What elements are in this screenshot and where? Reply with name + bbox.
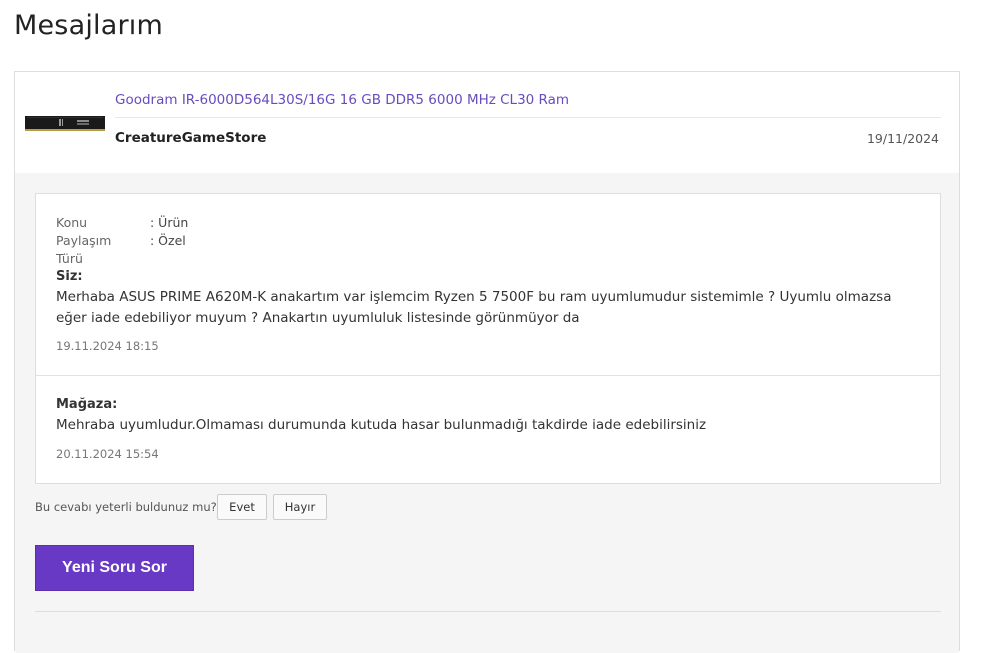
store-name[interactable]: CreatureGameStore [115, 130, 266, 146]
feedback-yes-button[interactable]: Evet [217, 494, 267, 520]
ram-module-image[interactable] [25, 113, 105, 133]
message-timestamp-store: 20.11.2024 15:54 [56, 447, 159, 461]
feedback-question: Bu cevabı yeterli buldunuz mu? [35, 500, 217, 514]
bottom-divider [35, 611, 941, 612]
product-name-link[interactable]: Goodram IR-6000D564L30S/16G 16 GB DDR5 6… [115, 92, 569, 108]
meta-value: : Ürün [150, 215, 189, 230]
feedback-no-button[interactable]: Hayır [273, 494, 327, 520]
message-text-customer: Merhaba ASUS PRIME A620M-K anakartım var… [56, 289, 892, 326]
meta-value: : Özel [150, 233, 186, 248]
message-timestamp-customer: 19.11.2024 18:15 [56, 339, 159, 353]
header-divider [115, 117, 941, 118]
message-card: Goodram IR-6000D564L30S/16G 16 GB DDR5 6… [14, 71, 960, 653]
meta-row-paylasim: Paylaşım : Özel [56, 232, 186, 250]
meta-key: Konu [56, 215, 88, 230]
new-question-button[interactable]: Yeni Soru Sor [35, 545, 194, 591]
page-title: Mesajlarım [14, 10, 163, 41]
message-text-store: Mehraba uyumludur.Olmaması durumunda kut… [56, 417, 707, 433]
message-divider [36, 375, 940, 376]
meta-row-konu: Konu : Ürün [56, 214, 188, 232]
message-sender-store: Mağaza: [56, 397, 118, 412]
product-header: Goodram IR-6000D564L30S/16G 16 GB DDR5 6… [15, 72, 959, 174]
message-box: Konu : Ürün Paylaşım : Özel Türü Siz: Merh… [35, 193, 941, 484]
product-date: 19/11/2024 [866, 131, 939, 146]
meta-key: Paylaşım [56, 233, 112, 248]
thread-area: Konu : Ürün Paylaşım : Özel Türü Siz: Merh… [15, 173, 959, 653]
message-sender-customer: Siz: [56, 269, 83, 284]
meta-key: Türü [56, 251, 83, 266]
meta-row-turu: Türü [56, 250, 150, 268]
